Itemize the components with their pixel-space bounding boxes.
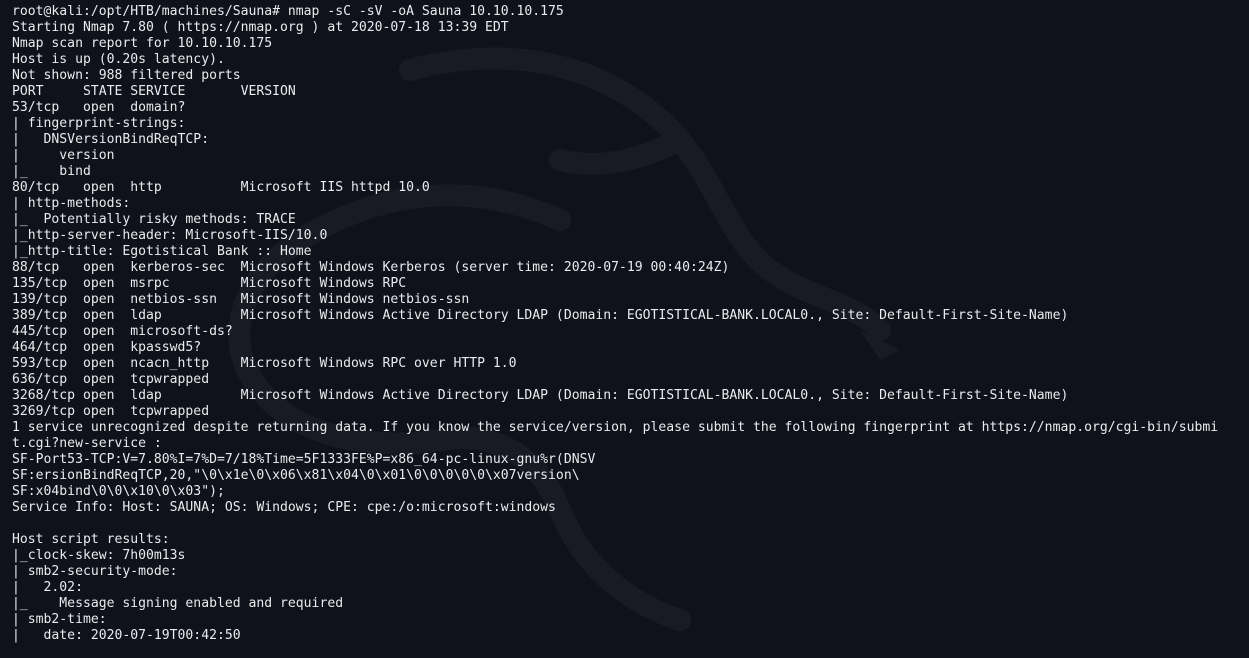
terminal-line: |_ Potentially risky methods: TRACE bbox=[12, 212, 296, 227]
terminal-line: Host is up (0.20s latency). bbox=[12, 52, 225, 67]
terminal-line: | 2.02: bbox=[12, 580, 83, 595]
terminal-line: t.cgi?new-service : bbox=[12, 436, 162, 451]
terminal-line: SF:ersionBindReqTCP,20,"\0\x1e\0\x06\x81… bbox=[12, 468, 580, 483]
terminal-line: Nmap scan report for 10.10.10.175 bbox=[12, 36, 273, 51]
terminal-line: 80/tcp open http Microsoft IIS httpd 10.… bbox=[12, 180, 430, 195]
terminal-line: 3269/tcp open tcpwrapped bbox=[12, 404, 210, 419]
terminal-line: 3268/tcp open ldap Microsoft Windows Act… bbox=[12, 388, 1069, 403]
terminal-line: 445/tcp open microsoft-ds? bbox=[12, 324, 233, 339]
terminal-line: | smb2-time: bbox=[12, 612, 107, 627]
terminal-line: Service Info: Host: SAUNA; OS: Windows; … bbox=[12, 500, 556, 515]
terminal-line: Not shown: 988 filtered ports bbox=[12, 68, 241, 83]
terminal-line: |_clock-skew: 7h00m13s bbox=[12, 548, 186, 563]
terminal-line: |_ Message signing enabled and required bbox=[12, 596, 344, 611]
terminal-line: 53/tcp open domain? bbox=[12, 100, 186, 115]
terminal-line: 464/tcp open kpasswd5? bbox=[12, 340, 202, 355]
terminal-window[interactable]: root@kali:/opt/HTB/machines/Sauna# nmap … bbox=[0, 0, 1249, 658]
terminal-line: 139/tcp open netbios-ssn Microsoft Windo… bbox=[12, 292, 470, 307]
terminal-line: PORT STATE SERVICE VERSION bbox=[12, 84, 296, 99]
terminal-line: |_http-server-header: Microsoft-IIS/10.0 bbox=[12, 228, 328, 243]
terminal-output: root@kali:/opt/HTB/machines/Sauna# nmap … bbox=[12, 4, 1218, 644]
terminal-line: Host script results: bbox=[12, 532, 170, 547]
terminal-line: 135/tcp open msrpc Microsoft Windows RPC bbox=[12, 276, 407, 291]
terminal-line: | date: 2020-07-19T00:42:50 bbox=[12, 628, 241, 643]
terminal-line: Starting Nmap 7.80 ( https://nmap.org ) … bbox=[12, 20, 509, 35]
terminal-line: | DNSVersionBindReqTCP: bbox=[12, 132, 210, 147]
terminal-line: SF:x04bind\0\0\x10\0\x03"); bbox=[12, 484, 225, 499]
terminal-line: |_http-title: Egotistical Bank :: Home bbox=[12, 244, 312, 259]
terminal-line: 1 service unrecognized despite returning… bbox=[12, 420, 1219, 435]
terminal-line: 88/tcp open kerberos-sec Microsoft Windo… bbox=[12, 260, 730, 275]
terminal-line: 636/tcp open tcpwrapped bbox=[12, 372, 210, 387]
terminal-line: root@kali:/opt/HTB/machines/Sauna# nmap … bbox=[12, 4, 564, 19]
terminal-line: | http-methods: bbox=[12, 196, 131, 211]
terminal-line: | version bbox=[12, 148, 115, 163]
terminal-line: | fingerprint-strings: bbox=[12, 116, 186, 131]
terminal-line: SF-Port53-TCP:V=7.80%I=7%D=7/18%Time=5F1… bbox=[12, 452, 596, 467]
terminal-line: |_ bind bbox=[12, 164, 91, 179]
terminal-line: | smb2-security-mode: bbox=[12, 564, 178, 579]
terminal-line: 593/tcp open ncacn_http Microsoft Window… bbox=[12, 356, 517, 371]
terminal-line: 389/tcp open ldap Microsoft Windows Acti… bbox=[12, 308, 1069, 323]
